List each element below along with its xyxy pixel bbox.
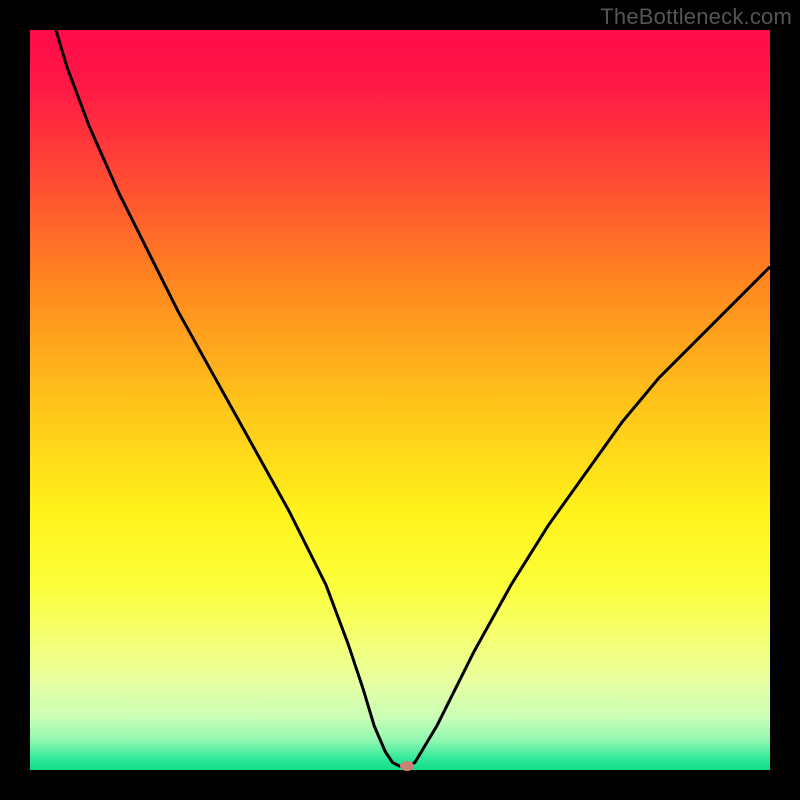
plot-area bbox=[30, 30, 770, 770]
optimal-point-marker bbox=[400, 761, 414, 771]
bottleneck-chart: TheBottleneck.com bbox=[0, 0, 800, 800]
chart-svg bbox=[30, 30, 770, 770]
watermark-text: TheBottleneck.com bbox=[600, 4, 792, 30]
gradient-background bbox=[30, 30, 770, 770]
